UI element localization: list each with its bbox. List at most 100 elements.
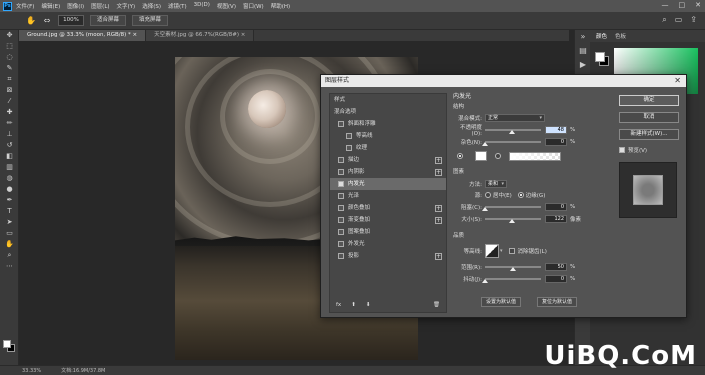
dialog-title-bar[interactable]: 图层样式 ✕ (321, 75, 686, 87)
menu-image[interactable]: 图像(I) (67, 2, 84, 10)
preview-checkbox[interactable] (619, 147, 625, 153)
frame-tool-icon[interactable]: ⊠ (0, 85, 19, 96)
close-window-button[interactable]: ✕ (695, 1, 701, 9)
style-item[interactable]: 外发光 (330, 238, 446, 250)
style-checkbox[interactable] (338, 181, 344, 187)
style-item[interactable]: 等高线 (330, 130, 446, 142)
style-checkbox[interactable] (338, 157, 344, 163)
style-item[interactable]: 内阴影 + (330, 166, 446, 178)
add-style-icon[interactable]: + (435, 169, 442, 176)
jitter-input[interactable]: 0 (545, 275, 567, 283)
style-item[interactable]: 内发光 (330, 178, 446, 190)
share-icon[interactable]: ⇪ (690, 15, 697, 25)
menu-file[interactable]: 文件(F) (16, 2, 34, 10)
size-slider[interactable] (485, 218, 541, 223)
blend-mode-select[interactable]: 正常 (485, 114, 545, 122)
size-input[interactable]: 122 (545, 215, 567, 223)
opacity-input[interactable]: 48 (545, 126, 567, 134)
menu-help[interactable]: 帮助(H) (271, 2, 290, 10)
menu-view[interactable]: 视图(V) (217, 2, 236, 10)
menu-edit[interactable]: 编辑(E) (41, 2, 60, 10)
style-checkbox[interactable] (338, 205, 344, 211)
maximize-button[interactable]: □ (679, 1, 686, 9)
search-icon[interactable]: ⌕ (662, 15, 666, 25)
style-checkbox[interactable] (338, 169, 344, 175)
quick-select-tool-icon[interactable]: ✎ (0, 63, 19, 74)
blending-options-item[interactable]: 混合选项 (330, 106, 446, 118)
source-center-label[interactable]: 居中(E) (493, 191, 512, 199)
style-item[interactable]: 纹理 (330, 142, 446, 154)
panel-foreground-swatch[interactable] (595, 52, 605, 62)
style-checkbox[interactable] (346, 145, 352, 151)
jitter-thumb[interactable] (482, 279, 488, 283)
menu-type[interactable]: 文字(Y) (117, 2, 136, 10)
preview-label[interactable]: 预览(V) (628, 146, 647, 154)
menu-layer[interactable]: 图层(L) (91, 2, 109, 10)
pen-tool-icon[interactable]: ✒ (0, 195, 19, 206)
move-tool-icon[interactable]: ✥ (0, 30, 19, 41)
history-panel-icon[interactable]: ▤ (575, 44, 591, 58)
eyedropper-tool-icon[interactable]: ⁄ (0, 96, 19, 107)
solid-color-radio[interactable] (457, 153, 463, 159)
style-item[interactable]: 图案叠加 (330, 226, 446, 238)
tab-color[interactable]: 颜色 (596, 32, 607, 40)
style-checkbox[interactable] (346, 133, 352, 139)
style-item[interactable]: 光泽 (330, 190, 446, 202)
stamp-tool-icon[interactable]: ⊥ (0, 129, 19, 140)
lasso-tool-icon[interactable]: ◌ (0, 52, 19, 63)
menu-window[interactable]: 窗口(W) (243, 2, 264, 10)
add-style-icon[interactable]: + (435, 205, 442, 212)
choke-thumb[interactable] (482, 207, 488, 211)
crop-tool-icon[interactable]: ⌗ (0, 74, 19, 85)
history-brush-tool-icon[interactable]: ↺ (0, 140, 19, 151)
workspace-icon[interactable]: ▭ (675, 15, 683, 25)
style-item[interactable]: 描边 + (330, 154, 446, 166)
style-item[interactable]: 渐变叠加 + (330, 214, 446, 226)
size-thumb[interactable] (509, 219, 516, 223)
gradient-tool-icon[interactable]: ▥ (0, 162, 19, 173)
fill-screen-button[interactable]: 填充屏幕 (132, 15, 169, 26)
cancel-button[interactable]: 取消 (619, 112, 679, 123)
range-input[interactable]: 50 (545, 263, 567, 271)
zoom-field[interactable]: 100% (58, 15, 84, 26)
close-icon[interactable]: ✕ (674, 75, 681, 87)
jitter-slider[interactable] (482, 278, 541, 283)
anti-alias-label[interactable]: 消除锯齿(L) (518, 247, 547, 255)
shape-tool-icon[interactable]: ▭ (0, 228, 19, 239)
ok-button[interactable]: 确定 (619, 95, 679, 106)
menu-filter[interactable]: 滤镜(T) (168, 2, 187, 10)
choke-input[interactable]: 0 (545, 203, 567, 211)
zoom-tool-icon[interactable]: ⌕ (0, 250, 19, 261)
add-style-icon[interactable]: + (435, 157, 442, 164)
styles-header[interactable]: 样式 (330, 94, 446, 106)
add-style-icon[interactable]: + (435, 253, 442, 260)
source-edge-label[interactable]: 边缘(G) (526, 191, 546, 199)
tab-swatches[interactable]: 色板 (615, 32, 626, 40)
style-checkbox[interactable] (338, 253, 344, 259)
minimize-button[interactable]: — (662, 1, 669, 9)
method-select[interactable]: 柔和 (485, 180, 507, 188)
play-action-icon[interactable]: ▶ (575, 58, 591, 72)
hand-tool-icon[interactable]: ✋ (0, 239, 19, 250)
scroll-all-icon[interactable]: ⇔ (42, 16, 52, 26)
gradient-radio[interactable] (495, 153, 501, 159)
choke-slider[interactable] (482, 206, 541, 211)
add-style-icon[interactable]: + (435, 217, 442, 224)
range-thumb[interactable] (510, 267, 516, 271)
style-checkbox[interactable] (338, 121, 344, 127)
style-checkbox[interactable] (338, 229, 344, 235)
style-item[interactable]: 投影 + (330, 250, 446, 262)
eraser-tool-icon[interactable]: ◧ (0, 151, 19, 162)
contour-dropdown-icon[interactable]: ▾ (500, 248, 503, 254)
source-center-radio[interactable] (485, 192, 491, 198)
source-edge-radio[interactable] (517, 192, 524, 198)
move-up-icon[interactable]: ⬆ (351, 302, 356, 308)
path-select-tool-icon[interactable]: ➤ (0, 217, 19, 228)
healing-brush-tool-icon[interactable]: ✚ (0, 107, 19, 118)
fit-screen-button[interactable]: 适合屏幕 (90, 15, 127, 26)
anti-alias-checkbox[interactable] (508, 248, 515, 254)
glow-gradient-chip[interactable] (509, 151, 561, 161)
range-slider[interactable] (485, 266, 541, 271)
tab-sky-material[interactable]: 天空素材.jpg @ 66.7%(RGB/8#) × (146, 30, 255, 41)
style-item[interactable]: 斜面和浮雕 (330, 118, 446, 130)
